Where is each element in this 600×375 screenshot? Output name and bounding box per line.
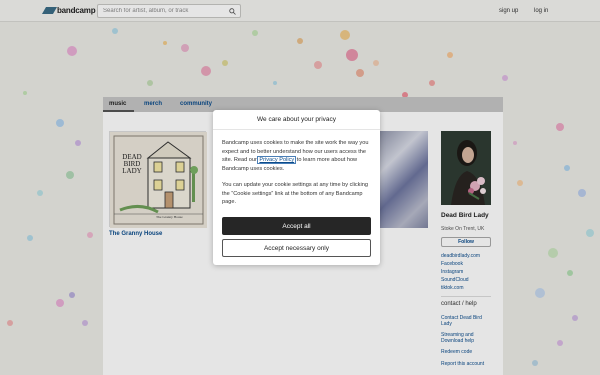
dialog-title: We care about your privacy bbox=[213, 110, 380, 130]
privacy-policy-link[interactable]: Privacy Policy bbox=[257, 156, 297, 164]
cookie-consent-dialog: We care about your privacy Bandcamp uses… bbox=[213, 110, 380, 265]
accept-necessary-button[interactable]: Accept necessary only bbox=[222, 239, 371, 257]
cookie-description: Bandcamp uses cookies to make the site w… bbox=[222, 139, 373, 173]
cookie-settings-note: You can update your cookie settings at a… bbox=[222, 182, 368, 205]
accept-all-button[interactable]: Accept all bbox=[222, 217, 371, 235]
